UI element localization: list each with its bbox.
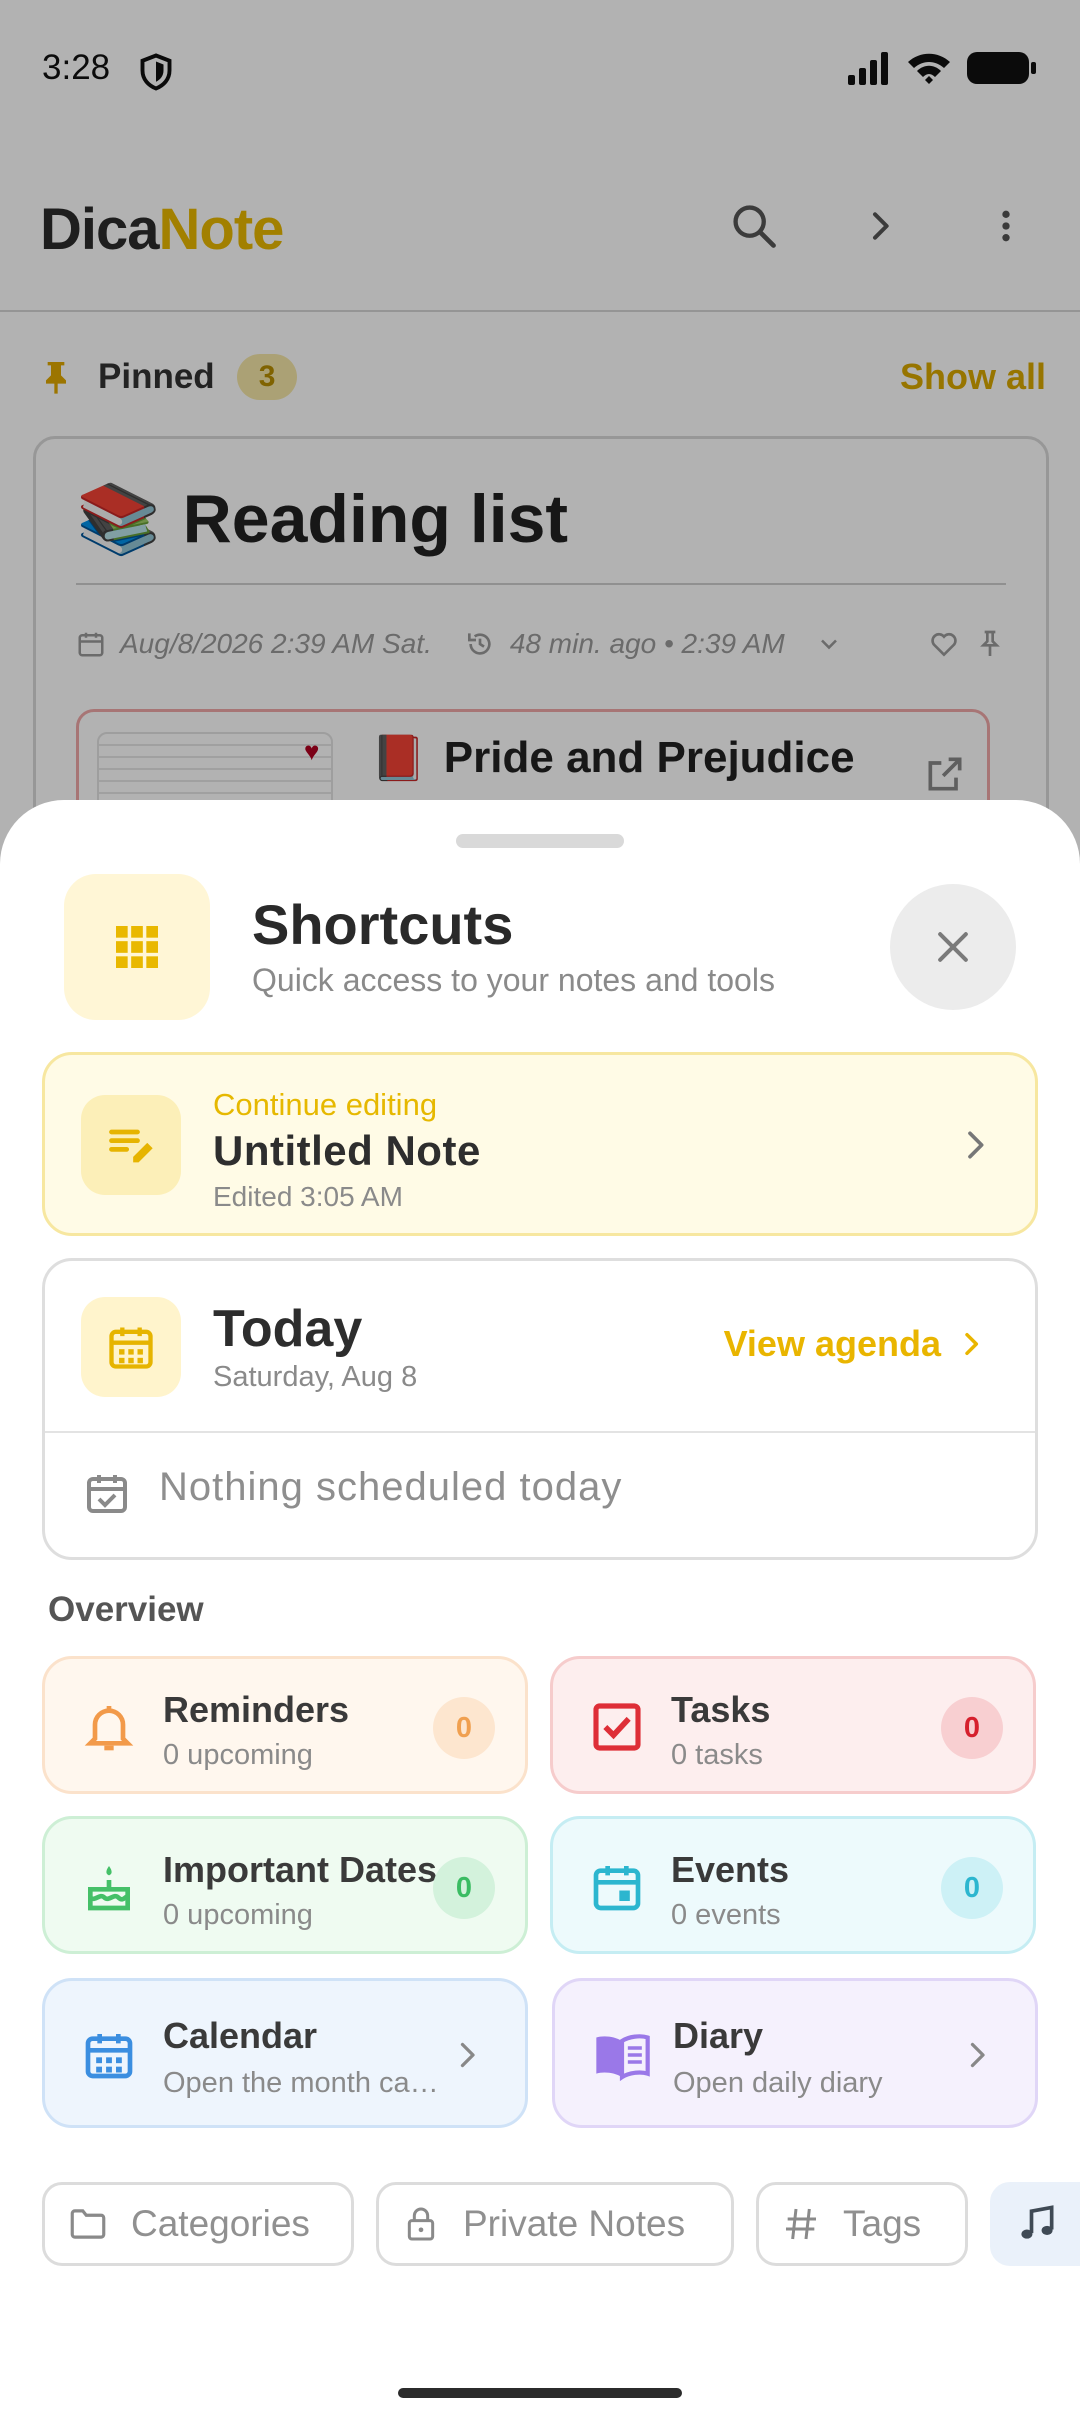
- today-divider: [45, 1431, 1035, 1433]
- sheet-drag-handle[interactable]: [456, 834, 624, 848]
- continue-note-title: Untitled Note: [213, 1127, 481, 1174]
- music-note-icon: [1021, 2205, 1054, 2239]
- event-available-icon: [87, 1475, 127, 1513]
- continue-editing-label: Continue editing: [213, 1087, 438, 1122]
- events-tile[interactable]: Events 0 events 0: [550, 1816, 1036, 1954]
- cake-icon: [88, 1866, 130, 1911]
- chip-label: Categories: [131, 2203, 310, 2244]
- edit-note-icon-box: [81, 1095, 181, 1195]
- continue-note-time: Edited 3:05 AM: [213, 1181, 403, 1212]
- view-agenda-button[interactable]: View agenda: [724, 1323, 987, 1365]
- book-icon: [596, 2034, 650, 2082]
- calendar-month-icon: [109, 1327, 153, 1369]
- home-indicator[interactable]: [398, 2388, 682, 2398]
- tile-title: Important Dates: [163, 1849, 438, 1890]
- tags-chip[interactable]: Tags: [756, 2182, 968, 2266]
- reminders-count-badge: 0: [433, 1697, 495, 1759]
- empty-schedule-text: Nothing scheduled today: [159, 1465, 623, 1509]
- events-count-badge: 0: [941, 1857, 1003, 1919]
- continue-editing-card[interactable]: Continue editing Untitled Note Edited 3:…: [42, 1052, 1038, 1236]
- today-date: Saturday, Aug 8: [213, 1361, 418, 1393]
- reminders-tile[interactable]: Reminders 0 upcoming 0: [42, 1656, 528, 1794]
- tile-subtitle: 0 events: [671, 1899, 781, 1931]
- close-icon: [938, 932, 968, 962]
- lock-icon: [407, 2207, 435, 2241]
- tile-subtitle: Open daily diary: [673, 2067, 883, 2099]
- categories-chip[interactable]: Categories: [42, 2182, 354, 2266]
- apps-grid-icon: [116, 926, 158, 968]
- chip-label: Private Notes: [463, 2203, 686, 2244]
- close-button[interactable]: [890, 884, 1016, 1010]
- bell-icon: [84, 1706, 134, 1751]
- chip-label: Tags: [843, 2203, 922, 2244]
- tile-title: Calendar: [163, 2015, 318, 2056]
- task-checkbox-icon: [593, 1703, 641, 1751]
- chevron-right-icon: [460, 2042, 475, 2068]
- chevron-right-icon: [965, 1332, 979, 1356]
- shortcuts-sheet: Shortcuts Quick access to your notes and…: [0, 800, 1080, 2424]
- hashtag-icon: [786, 2208, 816, 2240]
- tile-subtitle: 0 upcoming: [163, 1739, 313, 1771]
- event-icon: [593, 1866, 641, 1911]
- folder-icon: [70, 2209, 106, 2239]
- music-chip[interactable]: [990, 2182, 1080, 2266]
- important-dates-count-badge: 0: [433, 1857, 495, 1919]
- today-title: Today: [213, 1300, 363, 1358]
- tasks-tile[interactable]: Tasks 0 tasks 0: [550, 1656, 1036, 1794]
- tile-subtitle: Open the month calendar: [163, 2067, 443, 2099]
- quick-chips-row[interactable]: Categories Private Notes Tags: [42, 2182, 1080, 2266]
- calendar-icon-box: [81, 1297, 181, 1397]
- sheet-title: Shortcuts: [252, 893, 514, 956]
- chevron-right-icon: [970, 2042, 985, 2068]
- tile-title: Tasks: [671, 1689, 771, 1730]
- tile-title: Diary: [673, 2015, 764, 2056]
- chevron-right-icon: [968, 1131, 984, 1159]
- tile-subtitle: 0 upcoming: [163, 1899, 313, 1931]
- diary-tile[interactable]: Diary Open daily diary: [552, 1978, 1038, 2128]
- calendar-month-icon: [85, 2034, 133, 2079]
- edit-note-icon: [109, 1129, 153, 1163]
- tasks-count-badge: 0: [941, 1697, 1003, 1759]
- important-dates-tile[interactable]: Important Dates 0 upcoming 0: [42, 1816, 528, 1954]
- private-notes-chip[interactable]: Private Notes: [376, 2182, 734, 2266]
- calendar-tile[interactable]: Calendar Open the month calendar: [42, 1978, 528, 2128]
- tile-title: Reminders: [163, 1689, 350, 1730]
- shortcuts-icon-box: [64, 874, 210, 1020]
- today-card: Today Saturday, Aug 8 View agenda Nothin…: [42, 1258, 1038, 1560]
- tile-subtitle: 0 tasks: [671, 1739, 763, 1771]
- tile-title: Events: [671, 1849, 790, 1890]
- overview-heading: Overview: [48, 1590, 204, 1629]
- sheet-subtitle: Quick access to your notes and tools: [252, 962, 775, 998]
- view-agenda-label: View agenda: [723, 1323, 941, 1364]
